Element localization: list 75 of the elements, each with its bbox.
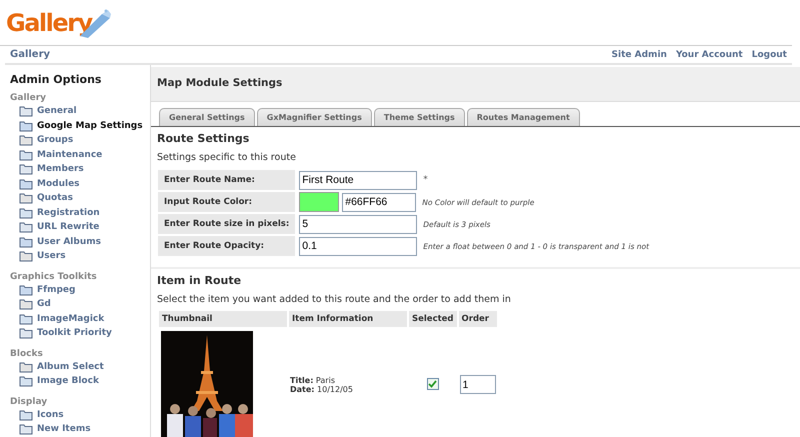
tab[interactable]: Theme Settings	[374, 108, 465, 126]
page-title: Map Module Settings	[151, 67, 800, 102]
folder-icon	[19, 312, 33, 325]
field-label: Enter Route Opacity:	[158, 236, 296, 256]
section-heading: Display	[10, 396, 48, 408]
checkbox[interactable]	[426, 378, 439, 390]
section-heading: Graphics Toolkits	[10, 270, 98, 282]
sidebar-link[interactable]: Image Block	[37, 376, 99, 386]
item-title: Title: Paris	[290, 376, 336, 384]
section-title: Route Settings	[157, 132, 250, 145]
section-description: Select the item you want added to this route and the order to add them in	[157, 294, 512, 305]
sidebar-link[interactable]: Ffmpeg	[37, 284, 76, 295]
breadcrumb-link[interactable]: Gallery	[10, 49, 50, 60]
column-header: Selected	[409, 311, 457, 327]
section-description: Settings specific to this route	[157, 152, 297, 163]
sidebar-link[interactable]: Album Select	[37, 362, 104, 372]
top-link[interactable]: Site Admin	[612, 50, 667, 60]
sidebar-link[interactable]: Members	[37, 164, 84, 174]
folder-icon	[19, 375, 33, 388]
section-heading: Blocks	[10, 348, 44, 360]
folder-icon	[19, 408, 33, 421]
tab[interactable]: Routes Management	[466, 108, 580, 126]
folder-icon	[19, 298, 33, 310]
color-swatch[interactable]	[299, 192, 340, 212]
gallery-logo[interactable]: Gallery	[6, 8, 112, 38]
sidebar-link[interactable]: Icons	[37, 410, 64, 420]
sidebar-link[interactable]: User Albums	[37, 236, 101, 247]
field-label: Enter Route Name:	[158, 170, 296, 190]
tab[interactable]: GxMagnifier Settings	[256, 108, 372, 126]
folder-icon	[19, 120, 33, 132]
sidebar-link[interactable]: General	[37, 106, 77, 116]
folder-icon	[19, 105, 33, 118]
sidebar-link[interactable]: Google Map Settings	[37, 120, 143, 131]
column-header: Item Information	[289, 311, 407, 327]
sidebar-link[interactable]: URL Rewrite	[37, 222, 100, 232]
order-field[interactable]: 1	[460, 375, 496, 394]
sidebar-link[interactable]: New Items	[37, 424, 91, 434]
top-link[interactable]: Logout	[752, 50, 787, 60]
folder-icon	[19, 221, 33, 234]
item-date: Date: 10/12/05	[290, 384, 354, 394]
folder-icon	[19, 148, 33, 161]
input-field[interactable]: First Route	[299, 170, 418, 190]
top-link[interactable]: Your Account	[676, 50, 743, 60]
sidebar-link[interactable]: Gd	[37, 299, 51, 310]
folder-icon	[19, 360, 33, 373]
sidebar-link[interactable]: Users	[37, 251, 66, 262]
section-heading: Gallery	[10, 92, 48, 104]
section-title: Item in Route	[157, 274, 242, 287]
input-field[interactable]: 0.1	[299, 236, 418, 256]
input-field[interactable]: #66FF66	[342, 192, 416, 212]
folder-icon	[19, 163, 33, 176]
folder-icon	[19, 284, 33, 296]
sidebar-title: Admin Options	[10, 73, 102, 86]
input-field[interactable]: 5	[299, 214, 418, 234]
folder-icon	[19, 250, 33, 262]
field-label: Enter Route size in pixels:	[158, 214, 296, 234]
sidebar-link[interactable]: Registration	[37, 208, 100, 218]
folder-icon	[19, 192, 33, 204]
folder-icon	[19, 178, 33, 190]
sidebar-link[interactable]: ImageMagick	[37, 314, 104, 324]
folder-icon	[19, 206, 33, 219]
sidebar-link[interactable]: Toolkit Priority	[37, 328, 112, 338]
sidebar-link[interactable]: Modules	[37, 178, 80, 189]
sidebar-link[interactable]: Quotas	[37, 193, 73, 204]
folder-icon	[19, 327, 33, 340]
column-header: Order	[458, 311, 497, 327]
required-mark: *	[423, 175, 428, 185]
sidebar-link[interactable]: Groups	[37, 135, 74, 146]
folder-icon	[19, 236, 33, 248]
column-header: Thumbnail	[159, 311, 287, 327]
field-label: Input Route Color:	[158, 192, 296, 212]
tab[interactable]: General Settings	[159, 108, 255, 126]
folder-icon	[19, 134, 33, 146]
sidebar-link[interactable]: Maintenance	[37, 150, 102, 160]
folder-icon	[19, 423, 33, 436]
